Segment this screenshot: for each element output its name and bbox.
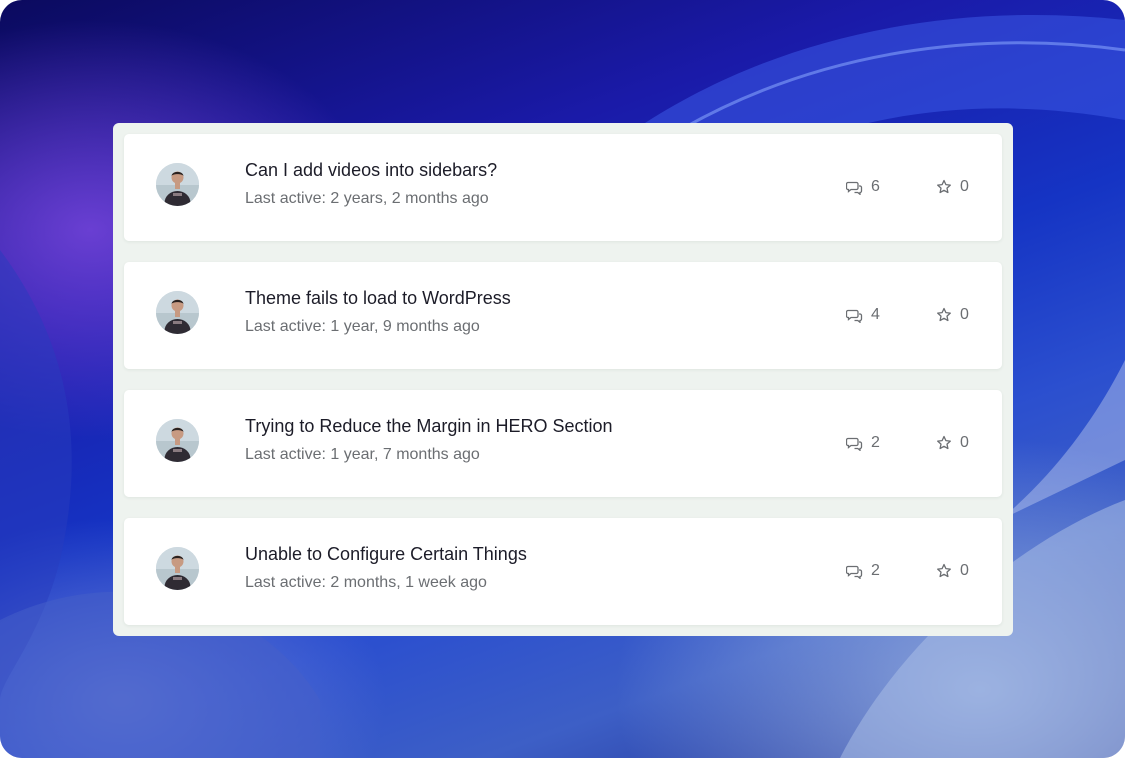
avatar[interactable] — [156, 291, 199, 334]
avatar-image — [156, 163, 199, 206]
avatar[interactable] — [156, 547, 199, 590]
favorites-count[interactable]: 0 — [936, 433, 969, 453]
avatar[interactable] — [156, 163, 199, 206]
topics-panel: Can I add videos into sidebars? Last act… — [113, 123, 1013, 636]
replies-count[interactable]: 6 — [846, 177, 880, 197]
star-outline-icon — [937, 563, 951, 578]
favorites-count[interactable]: 0 — [936, 561, 969, 581]
favorites-count-value: 0 — [960, 306, 969, 323]
last-active-text: Last active: 1 year, 7 months ago — [245, 446, 480, 463]
topic-row[interactable]: Trying to Reduce the Margin in HERO Sect… — [124, 390, 1002, 497]
last-active-text: Last active: 1 year, 9 months ago — [245, 318, 480, 335]
avatar[interactable] — [156, 419, 199, 462]
star-outline-icon — [937, 179, 951, 194]
star-outline-icon — [937, 435, 951, 450]
last-active-text: Last active: 2 years, 2 months ago — [245, 190, 489, 207]
avatar-image — [156, 419, 199, 462]
speech-bubbles-icon — [846, 181, 863, 195]
topic-title-link[interactable]: Can I add videos into sidebars? — [245, 160, 497, 181]
speech-bubbles-icon — [846, 565, 863, 579]
topic-row[interactable]: Can I add videos into sidebars? Last act… — [124, 134, 1002, 241]
topic-title-link[interactable]: Trying to Reduce the Margin in HERO Sect… — [245, 416, 613, 437]
topic-row[interactable]: Unable to Configure Certain Things Last … — [124, 518, 1002, 625]
replies-count[interactable]: 2 — [846, 561, 880, 581]
star-outline-icon — [937, 307, 951, 322]
speech-bubbles-icon — [846, 309, 863, 323]
speech-bubbles-icon — [846, 437, 863, 451]
favorites-count-value: 0 — [960, 434, 969, 451]
topic-row[interactable]: Theme fails to load to WordPress Last ac… — [124, 262, 1002, 369]
replies-count-value: 2 — [871, 434, 880, 451]
favorites-count-value: 0 — [960, 178, 969, 195]
background-frame: Can I add videos into sidebars? Last act… — [0, 0, 1125, 758]
topic-title-link[interactable]: Theme fails to load to WordPress — [245, 288, 511, 309]
favorites-count[interactable]: 0 — [936, 305, 969, 325]
topic-title-link[interactable]: Unable to Configure Certain Things — [245, 544, 527, 565]
replies-count-value: 6 — [871, 178, 880, 195]
replies-count[interactable]: 2 — [846, 433, 880, 453]
last-active-text: Last active: 2 months, 1 week ago — [245, 574, 487, 591]
replies-count[interactable]: 4 — [846, 305, 880, 325]
favorites-count-value: 0 — [960, 562, 969, 579]
avatar-image — [156, 291, 199, 334]
replies-count-value: 2 — [871, 562, 880, 579]
avatar-image — [156, 547, 199, 590]
favorites-count[interactable]: 0 — [936, 177, 969, 197]
replies-count-value: 4 — [871, 306, 880, 323]
